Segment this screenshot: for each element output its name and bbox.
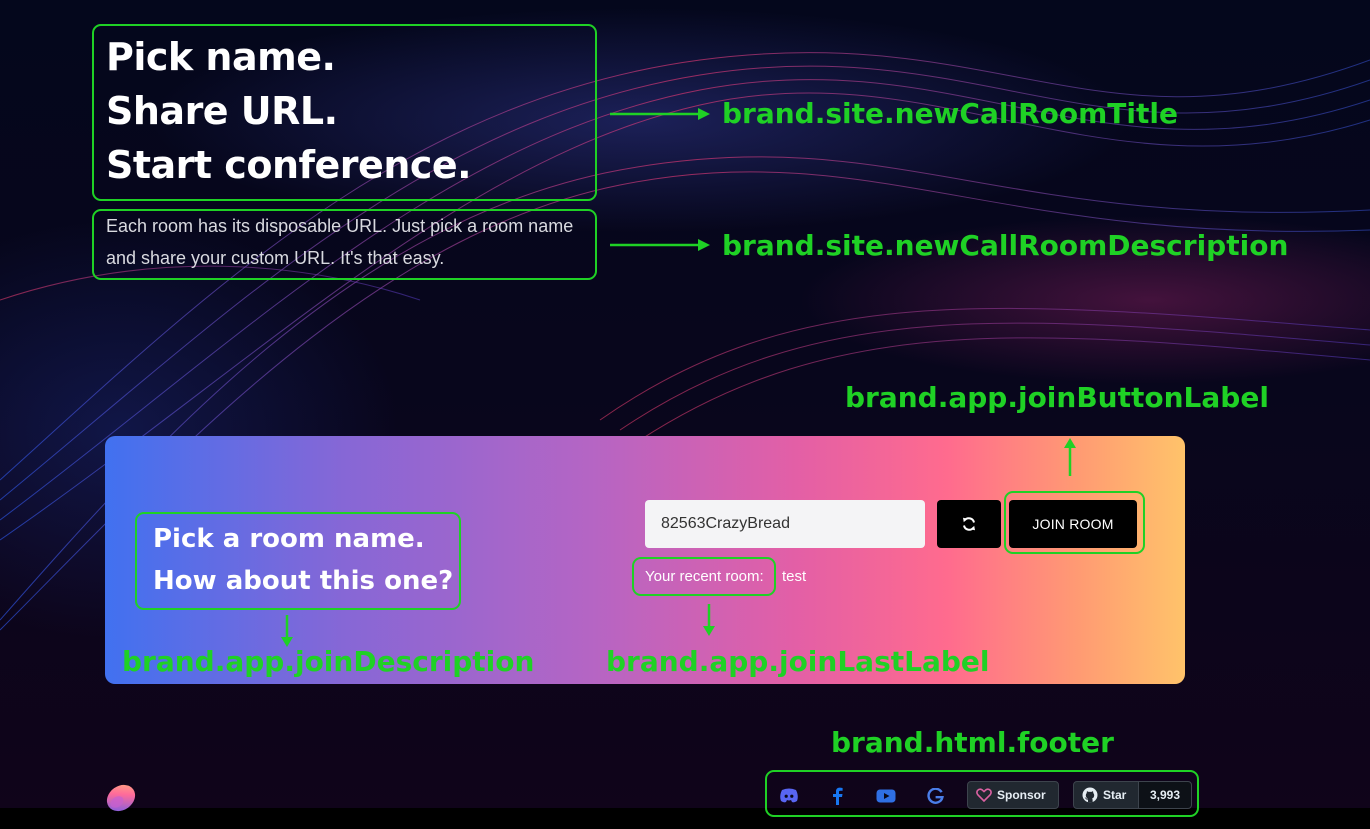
footer-annotation-label: brand.html.footer: [831, 726, 1114, 759]
join-button-annotation-arrow: [1064, 438, 1076, 476]
room-name-input[interactable]: [645, 500, 925, 548]
join-description-annotation-box: [135, 512, 461, 610]
description-annotation-box: [92, 209, 597, 280]
title-annotation-box: [92, 24, 597, 201]
join-last-annotation-label: brand.app.joinLastLabel: [606, 645, 990, 678]
join-button-annotation-label: brand.app.joinButtonLabel: [845, 381, 1269, 414]
join-description-annotation-label: brand.app.joinDescription: [122, 645, 535, 678]
refresh-icon: [963, 517, 975, 531]
title-annotation-arrow: [610, 108, 710, 120]
footer-annotation-box: [765, 770, 1199, 817]
join-last-annotation-arrow: [703, 604, 715, 636]
join-button-annotation-box: [1004, 491, 1145, 554]
title-annotation-label: brand.site.newCallRoomTitle: [722, 97, 1178, 130]
description-annotation-label: brand.site.newCallRoomDescription: [722, 229, 1289, 262]
description-annotation-arrow: [610, 239, 710, 251]
app-logo: [106, 784, 136, 812]
join-description-annotation-arrow: [281, 615, 293, 647]
recent-room-link[interactable]: test: [782, 568, 806, 585]
refresh-room-button[interactable]: [937, 500, 1001, 548]
join-last-annotation-box: [632, 557, 776, 596]
